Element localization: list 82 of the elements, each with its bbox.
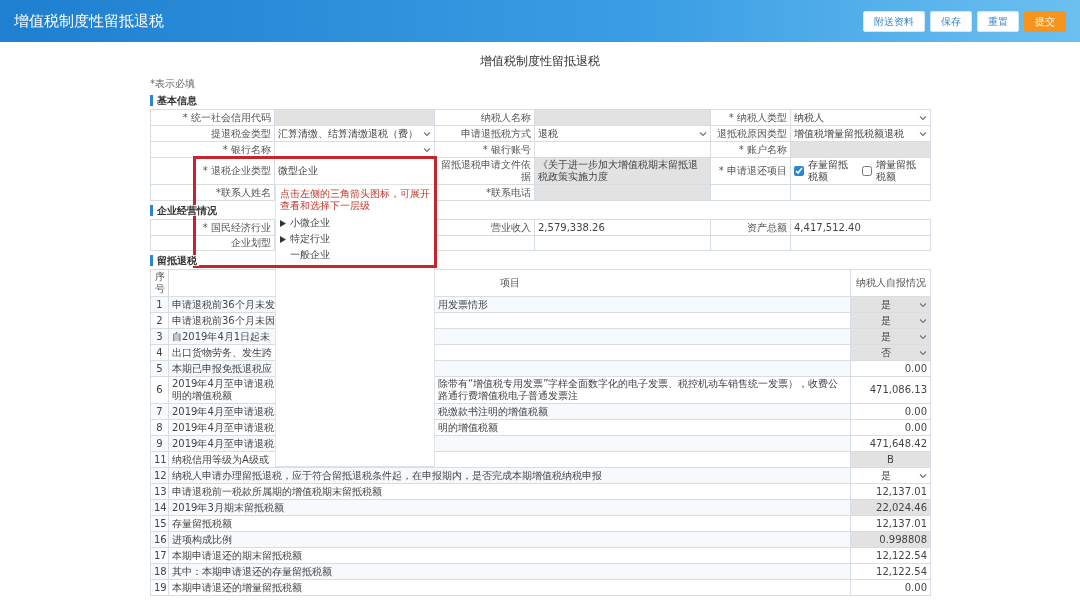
field-label: 资产总额 bbox=[747, 221, 787, 233]
field-label: 申请退抵税方式 bbox=[461, 127, 531, 139]
input-field[interactable]: 0.998808 bbox=[851, 532, 930, 547]
item-text: 申请退税前36个月未因 bbox=[172, 314, 272, 327]
field-label: * 国民经济行业 bbox=[202, 221, 271, 233]
field-label: 留抵退税申请文件依据 bbox=[441, 159, 531, 182]
hint-text: 点击左侧的三角箭头图标，可展开查看和选择下一层级 bbox=[280, 188, 430, 212]
field-label: * 银行账号 bbox=[482, 143, 531, 155]
field-label: 企业划型 bbox=[231, 237, 271, 248]
row-number: 2 bbox=[150, 312, 169, 329]
row-number: 15 bbox=[150, 515, 169, 532]
item-text: 明的增值税额 bbox=[438, 421, 498, 434]
column-header: 纳税人自报情况 bbox=[850, 269, 931, 297]
input-field[interactable]: 22,024.46 bbox=[851, 500, 930, 515]
toolbar-button[interactable]: 重置 bbox=[977, 10, 1019, 32]
section-heading: 留抵退税 bbox=[150, 255, 199, 266]
input-field[interactable]: 《关于进一步加大增值税期末留抵退税政策实施力度 bbox=[535, 158, 710, 184]
input-field[interactable]: 12,122.54 bbox=[851, 564, 930, 579]
row-number: 13 bbox=[150, 483, 169, 500]
field-label: * 银行名称 bbox=[222, 143, 271, 155]
item-text: 其中：本期申请退还的存量留抵税额 bbox=[172, 565, 332, 577]
field-label: *联系人姓名 bbox=[216, 186, 271, 198]
toolbar-button[interactable]: 保存 bbox=[930, 10, 972, 32]
tree-item[interactable]: 特定行业 bbox=[280, 231, 430, 247]
select-field[interactable]: 是 bbox=[851, 313, 930, 328]
item-text: 纳税人申请办理留抵退税，应于符合留抵退税条件起，在申报期内，是否完成本期增值税纳税申报 bbox=[172, 469, 602, 481]
row-number: 17 bbox=[150, 547, 169, 564]
select-field[interactable]: 增值税增量留抵税额退税 bbox=[791, 126, 930, 141]
row-number: 6 bbox=[150, 376, 169, 404]
field-label: * 申请退还项目 bbox=[718, 165, 787, 176]
item-text: 2019年4月至申请退税 bbox=[172, 421, 272, 434]
row-number: 8 bbox=[150, 419, 169, 436]
input-field[interactable]: 0.00 bbox=[851, 404, 930, 419]
field-label: * 纳税人类型 bbox=[728, 111, 787, 123]
input-field[interactable]: B bbox=[851, 452, 930, 467]
item-text: 2019年4月至申请退税 bbox=[172, 437, 272, 450]
item-text: 出口货物劳务、发生跨 bbox=[172, 346, 272, 359]
select-field[interactable]: 是 bbox=[851, 297, 930, 312]
item-text: 申请退税前一税款所属期的增值税期末留抵税额 bbox=[172, 485, 382, 497]
tree-item[interactable]: 一般企业 bbox=[280, 247, 430, 263]
select-field[interactable]: 是 bbox=[851, 329, 930, 344]
field-label: * 统一社会信用代码 bbox=[182, 111, 271, 123]
row-number: 19 bbox=[150, 579, 169, 596]
item-text: 本期申请退还的期末留抵税额 bbox=[172, 549, 302, 561]
tree-item[interactable]: 小微企业 bbox=[280, 215, 430, 231]
select-field[interactable]: 纳税人 bbox=[791, 110, 930, 125]
field-label: * 退税企业类型 bbox=[202, 165, 271, 176]
item-text: 除带有“增值税专用发票”字样全面数字化的电子发票、税控机动车销售统一发票），收费公路通行费增值税电子普通发票注 bbox=[438, 378, 840, 402]
item-text: 进项构成比例 bbox=[172, 533, 232, 545]
select-field[interactable]: 是 bbox=[851, 468, 930, 483]
required-note: *表示必填 bbox=[150, 77, 196, 91]
column-header: 序号 bbox=[150, 269, 169, 297]
item-text: 本期申请退还的增量留抵税额 bbox=[172, 581, 302, 593]
toolbar-button[interactable]: 附送资料 bbox=[863, 10, 925, 32]
section-heading: 基本信息 bbox=[150, 95, 199, 106]
item-text: 存量留抵税额 bbox=[172, 517, 232, 529]
select-field[interactable]: 退税 bbox=[535, 126, 710, 141]
row-number: 4 bbox=[150, 344, 169, 361]
field-label: 退抵税原因类型 bbox=[717, 127, 787, 139]
input-field[interactable]: 0.00 bbox=[851, 361, 930, 376]
select-field[interactable]: 汇算清缴、结算清缴退税（费） bbox=[275, 126, 434, 141]
field-label: 提退税金类型 bbox=[211, 127, 271, 139]
field-label: * 账户名称 bbox=[738, 143, 787, 155]
field-label: 纳税人名称 bbox=[481, 111, 531, 123]
item-text: 2019年4月至申请退税 bbox=[172, 405, 272, 418]
item-text: 本期已申报免抵退税应 bbox=[172, 362, 272, 375]
select-field[interactable]: 否 bbox=[851, 345, 930, 360]
app-title: 增值税制度性留抵退税 bbox=[14, 10, 164, 32]
item-text: 自2019年4月1日起未 bbox=[172, 330, 272, 343]
input-field[interactable]: 471,648.42 bbox=[851, 436, 930, 451]
page-title: 增值税制度性留抵退税 bbox=[479, 53, 601, 70]
checkbox-label: 增量留抵税额 bbox=[875, 159, 917, 183]
item-text: 2019年3月期末留抵税额 bbox=[172, 501, 284, 513]
item-text: 税缴款书注明的增值税额 bbox=[438, 405, 548, 418]
section-heading: 企业经营情况 bbox=[150, 205, 219, 216]
row-number: 11 bbox=[150, 451, 169, 468]
item-text: 用发票情形 bbox=[438, 298, 488, 311]
checkbox-label: 存量留抵税额 bbox=[808, 159, 849, 183]
item-text: 纳税信用等级为A级或 bbox=[172, 453, 270, 466]
field-label: 营业收入 bbox=[491, 221, 531, 233]
field-label: *联系电话 bbox=[486, 186, 531, 198]
item-text: 2019年4月至申请退税 明的增值税额 bbox=[172, 378, 272, 402]
